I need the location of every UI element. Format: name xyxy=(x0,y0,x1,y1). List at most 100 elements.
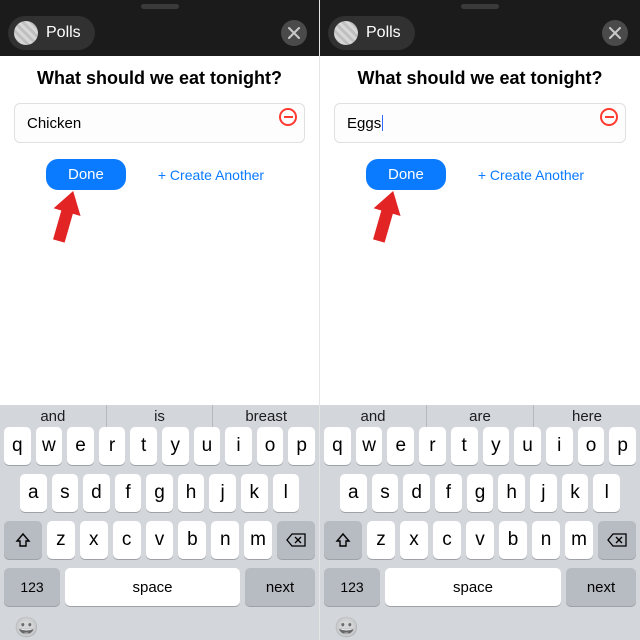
suggestion-3[interactable]: breast xyxy=(213,408,319,425)
sheet-grabber[interactable] xyxy=(461,4,499,9)
poll-question: What should we eat tonight? xyxy=(0,68,319,89)
numbers-key[interactable]: 123 xyxy=(4,568,60,606)
option-input[interactable]: Eggs xyxy=(334,103,626,143)
key-z[interactable]: z xyxy=(367,521,395,559)
space-key[interactable]: space xyxy=(65,568,240,606)
suggestion-bar[interactable]: and are here xyxy=(320,405,640,427)
create-another-link[interactable]: + Create Another xyxy=(158,167,264,183)
emoji-key[interactable]: 😀 xyxy=(334,615,359,640)
key-e[interactable]: e xyxy=(387,427,414,465)
remove-option-button[interactable] xyxy=(600,108,618,126)
suggestion-1[interactable]: and xyxy=(320,408,426,425)
backspace-icon xyxy=(286,533,306,547)
emoji-row[interactable]: 😀 xyxy=(0,615,319,640)
key-i[interactable]: i xyxy=(546,427,573,465)
option-input-value: Eggs xyxy=(347,115,381,132)
key-n[interactable]: n xyxy=(211,521,239,559)
key-n[interactable]: n xyxy=(532,521,560,559)
content-area: What should we eat tonight? Eggs Done + … xyxy=(320,56,640,190)
next-key[interactable]: next xyxy=(245,568,315,606)
key-m[interactable]: m xyxy=(565,521,593,559)
key-g[interactable]: g xyxy=(467,474,494,512)
key-c[interactable]: c xyxy=(113,521,141,559)
key-a[interactable]: a xyxy=(340,474,367,512)
space-key[interactable]: space xyxy=(385,568,561,606)
key-c[interactable]: c xyxy=(433,521,461,559)
key-h[interactable]: h xyxy=(498,474,525,512)
key-r[interactable]: r xyxy=(419,427,446,465)
key-f[interactable]: f xyxy=(435,474,462,512)
key-row-2: asdfghjkl xyxy=(0,474,319,512)
shift-key[interactable] xyxy=(4,521,42,559)
emoji-row[interactable]: 😀 xyxy=(320,615,640,640)
key-p[interactable]: p xyxy=(609,427,636,465)
suggestion-2[interactable]: are xyxy=(427,408,533,425)
shift-key[interactable] xyxy=(324,521,362,559)
close-icon xyxy=(288,27,300,39)
key-f[interactable]: f xyxy=(115,474,142,512)
emoji-key[interactable]: 😀 xyxy=(14,615,39,640)
key-d[interactable]: d xyxy=(403,474,430,512)
key-b[interactable]: b xyxy=(178,521,206,559)
key-v[interactable]: v xyxy=(466,521,494,559)
key-s[interactable]: s xyxy=(372,474,399,512)
key-r[interactable]: r xyxy=(99,427,126,465)
key-k[interactable]: k xyxy=(562,474,589,512)
key-u[interactable]: u xyxy=(514,427,541,465)
key-row-3: zxcvbnm xyxy=(320,521,640,559)
key-l[interactable]: l xyxy=(593,474,620,512)
annotation-arrow xyxy=(46,186,86,246)
key-x[interactable]: x xyxy=(400,521,428,559)
key-o[interactable]: o xyxy=(257,427,284,465)
text-caret xyxy=(382,115,383,131)
key-row-4[interactable]: 123 space next xyxy=(0,568,319,606)
option-input[interactable] xyxy=(14,103,305,143)
key-u[interactable]: u xyxy=(194,427,221,465)
key-m[interactable]: m xyxy=(244,521,272,559)
key-row-4[interactable]: 123 space next xyxy=(320,568,640,606)
key-q[interactable]: q xyxy=(324,427,351,465)
suggestion-bar[interactable]: and is breast xyxy=(0,405,319,427)
key-b[interactable]: b xyxy=(499,521,527,559)
shift-icon xyxy=(335,532,351,548)
key-l[interactable]: l xyxy=(273,474,300,512)
key-w[interactable]: w xyxy=(36,427,63,465)
key-w[interactable]: w xyxy=(356,427,383,465)
app-chip[interactable]: Polls xyxy=(8,16,95,50)
key-g[interactable]: g xyxy=(146,474,173,512)
suggestion-1[interactable]: and xyxy=(0,408,106,425)
key-o[interactable]: o xyxy=(578,427,605,465)
key-t[interactable]: t xyxy=(130,427,157,465)
key-y[interactable]: y xyxy=(483,427,510,465)
backspace-key[interactable] xyxy=(277,521,315,559)
key-i[interactable]: i xyxy=(225,427,252,465)
suggestion-3[interactable]: here xyxy=(534,408,640,425)
keyboard[interactable]: and is breast qwertyuiop asdfghjkl zxcvb… xyxy=(0,405,319,640)
key-e[interactable]: e xyxy=(67,427,94,465)
suggestion-2[interactable]: is xyxy=(107,408,213,425)
key-v[interactable]: v xyxy=(146,521,174,559)
remove-option-button[interactable] xyxy=(279,108,297,126)
key-j[interactable]: j xyxy=(209,474,236,512)
create-another-link[interactable]: + Create Another xyxy=(478,167,584,183)
key-y[interactable]: y xyxy=(162,427,189,465)
keyboard[interactable]: and are here qwertyuiop asdfghjkl zxcvbn… xyxy=(320,405,640,640)
key-z[interactable]: z xyxy=(47,521,75,559)
key-h[interactable]: h xyxy=(178,474,205,512)
next-key[interactable]: next xyxy=(566,568,636,606)
numbers-key[interactable]: 123 xyxy=(324,568,380,606)
key-x[interactable]: x xyxy=(80,521,108,559)
app-chip[interactable]: Polls xyxy=(328,16,415,50)
key-t[interactable]: t xyxy=(451,427,478,465)
backspace-key[interactable] xyxy=(598,521,636,559)
key-d[interactable]: d xyxy=(83,474,110,512)
key-a[interactable]: a xyxy=(20,474,47,512)
key-j[interactable]: j xyxy=(530,474,557,512)
key-s[interactable]: s xyxy=(52,474,79,512)
key-p[interactable]: p xyxy=(288,427,315,465)
sheet-grabber[interactable] xyxy=(141,4,179,9)
key-q[interactable]: q xyxy=(4,427,31,465)
close-button[interactable] xyxy=(281,20,307,46)
key-k[interactable]: k xyxy=(241,474,268,512)
close-button[interactable] xyxy=(602,20,628,46)
